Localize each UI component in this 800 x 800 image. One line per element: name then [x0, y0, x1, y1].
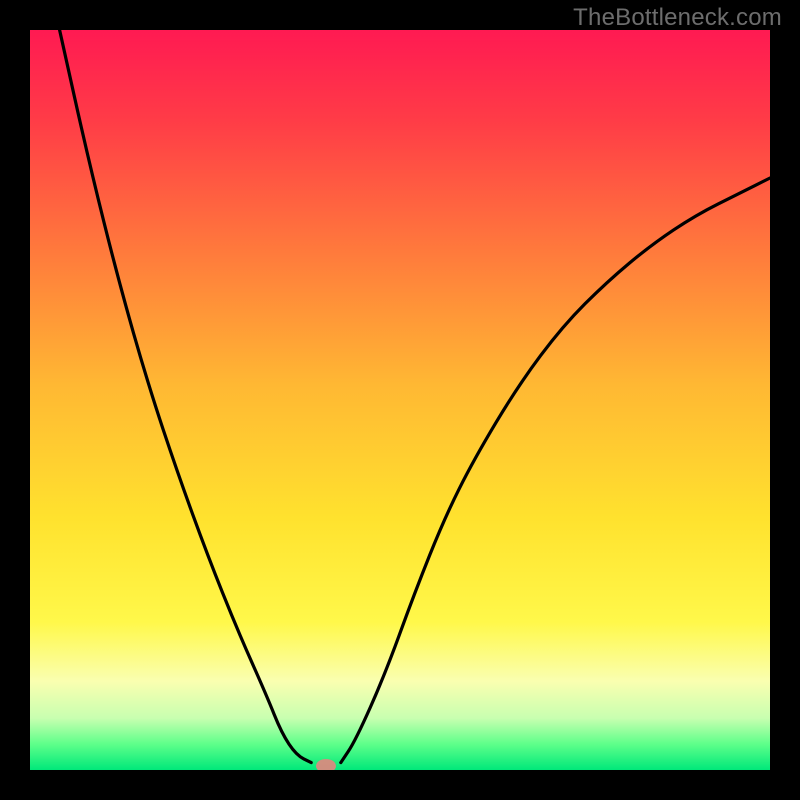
bottleneck-curve — [30, 30, 770, 770]
curve-left-branch — [60, 30, 312, 763]
chart-frame: TheBottleneck.com — [0, 0, 800, 800]
curve-right-branch — [341, 178, 770, 763]
bottleneck-plot — [30, 30, 770, 770]
watermark-text: TheBottleneck.com — [573, 4, 782, 32]
optimum-marker — [316, 759, 336, 770]
